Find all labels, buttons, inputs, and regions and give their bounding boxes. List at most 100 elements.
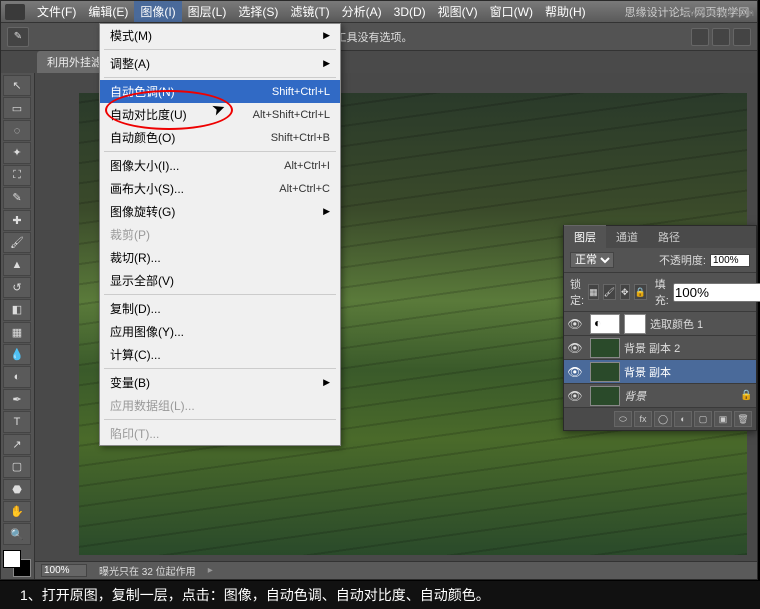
healing-tool[interactable]: ✚ xyxy=(3,210,31,231)
lock-label: 锁定: xyxy=(570,276,584,308)
stamp-tool[interactable]: ▲ xyxy=(3,254,31,275)
layer-thumb[interactable] xyxy=(590,362,620,382)
visibility-icon[interactable]: 👁 xyxy=(564,365,586,379)
layer-thumb[interactable] xyxy=(590,338,620,358)
eraser-tool[interactable]: ◧ xyxy=(3,299,31,320)
move-tool[interactable]: ↖ xyxy=(3,75,31,96)
menu-trim[interactable]: 裁切(R)... xyxy=(100,246,340,269)
lock-position-icon[interactable]: ✥ xyxy=(620,284,630,300)
menu-duplicate[interactable]: 复制(D)... xyxy=(100,297,340,320)
tab-paths[interactable]: 路径 xyxy=(648,226,690,248)
zoom-tool[interactable]: 🔍 xyxy=(3,523,31,544)
arrange-icon[interactable] xyxy=(733,28,751,46)
fill-label: 填充: xyxy=(655,276,669,308)
tab-layers[interactable]: 图层 xyxy=(564,225,606,248)
lasso-tool[interactable]: ◌ xyxy=(3,120,31,141)
layer-thumb[interactable] xyxy=(590,386,620,406)
status-info: 曝光只在 32 位起作用 xyxy=(99,563,196,578)
layer-row[interactable]: 👁 背景 副本 2 xyxy=(564,336,756,360)
menu-image-size[interactable]: 图像大小(I)...Alt+Ctrl+I xyxy=(100,154,340,177)
menu-auto-color[interactable]: 自动颜色(O)Shift+Ctrl+B xyxy=(100,126,340,149)
color-swatches[interactable] xyxy=(3,550,31,577)
brush-tool[interactable]: 🖌 xyxy=(3,232,31,253)
adjustment-icon[interactable]: ◐ xyxy=(674,411,692,427)
menu-file[interactable]: 文件(F) xyxy=(31,1,82,22)
opacity-input[interactable] xyxy=(710,254,750,267)
tab-channels[interactable]: 通道 xyxy=(606,226,648,248)
menu-select[interactable]: 选择(S) xyxy=(232,1,284,22)
menu-variables[interactable]: 变量(B)▶ xyxy=(100,371,340,394)
layer-mask[interactable] xyxy=(624,314,646,334)
history-brush-tool[interactable]: ↺ xyxy=(3,277,31,298)
layer-thumb[interactable] xyxy=(590,314,620,334)
dodge-tool[interactable]: ◐ xyxy=(3,366,31,387)
layers-list: 👁 选取颜色 1 👁 背景 副本 2 👁 背景 副本 👁 背景 🔒 xyxy=(564,312,756,408)
status-bar: 曝光只在 32 位起作用 ▸ xyxy=(35,561,757,579)
zoom-input[interactable] xyxy=(41,564,87,577)
group-icon[interactable]: ▢ xyxy=(694,411,712,427)
opacity-label: 不透明度: xyxy=(659,252,706,268)
menu-calculations[interactable]: 计算(C)... xyxy=(100,343,340,366)
menu-apply-image[interactable]: 应用图像(Y)... xyxy=(100,320,340,343)
app-logo xyxy=(5,4,25,20)
menu-edit[interactable]: 编辑(E) xyxy=(82,1,134,22)
blur-tool[interactable]: 💧 xyxy=(3,344,31,365)
eyedropper-tool[interactable]: ✎ xyxy=(3,187,31,208)
menu-auto-tone[interactable]: 自动色调(N)Shift+Ctrl+L xyxy=(100,80,340,103)
fx-icon[interactable]: fx xyxy=(634,411,652,427)
fill-input[interactable] xyxy=(673,283,760,302)
foreground-color[interactable] xyxy=(3,550,21,568)
menu-analysis[interactable]: 分析(A) xyxy=(336,1,388,22)
menu-3d[interactable]: 3D(D) xyxy=(388,3,432,21)
layer-row[interactable]: 👁 选取颜色 1 xyxy=(564,312,756,336)
delete-layer-icon[interactable]: 🗑 xyxy=(734,411,752,427)
menu-trap: 陷印(T)... xyxy=(100,422,340,445)
lock-pixels-icon[interactable]: 🖌 xyxy=(603,284,616,300)
link-layers-icon[interactable]: ⬭ xyxy=(614,411,632,427)
menu-canvas-size[interactable]: 画布大小(S)...Alt+Ctrl+C xyxy=(100,177,340,200)
menu-window[interactable]: 窗口(W) xyxy=(484,1,539,22)
visibility-icon[interactable]: 👁 xyxy=(564,389,586,403)
layer-name[interactable]: 背景 副本 xyxy=(624,364,756,380)
layer-name[interactable]: 背景 xyxy=(624,388,740,404)
layer-name[interactable]: 背景 副本 2 xyxy=(624,340,756,356)
visibility-icon[interactable]: 👁 xyxy=(564,317,586,331)
blend-mode-select[interactable]: 正常 xyxy=(570,252,614,268)
3d-tool[interactable]: ⬣ xyxy=(3,479,31,500)
hand-tool[interactable]: ✋ xyxy=(3,501,31,522)
mask-icon[interactable]: ◯ xyxy=(654,411,672,427)
gradient-tool[interactable]: ▦ xyxy=(3,322,31,343)
menu-auto-contrast[interactable]: 自动对比度(U)Alt+Shift+Ctrl+L xyxy=(100,103,340,126)
workspace-icon[interactable] xyxy=(691,28,709,46)
tutorial-caption: 1、打开原图，复制一层，点击：图像，自动色调、自动对比度、自动颜色。 xyxy=(0,581,760,609)
marquee-tool[interactable]: ▭ xyxy=(3,97,31,118)
layer-row[interactable]: 👁 背景 🔒 xyxy=(564,384,756,408)
screen-mode-icon[interactable] xyxy=(712,28,730,46)
tool-preset-icon[interactable]: ✎ xyxy=(7,27,29,47)
layer-name[interactable]: 选取颜色 1 xyxy=(650,316,756,332)
type-tool[interactable]: T xyxy=(3,411,31,432)
menu-image-rotation[interactable]: 图像旋转(G)▶ xyxy=(100,200,340,223)
lock-all-icon[interactable]: 🔒 xyxy=(634,284,647,300)
menu-reveal-all[interactable]: 显示全部(V) xyxy=(100,269,340,292)
menu-view[interactable]: 视图(V) xyxy=(432,1,484,22)
crop-tool[interactable]: ⛶ xyxy=(3,165,31,186)
new-layer-icon[interactable]: ▣ xyxy=(714,411,732,427)
menu-mode[interactable]: 模式(M)▶ xyxy=(100,24,340,47)
path-tool[interactable]: ↗ xyxy=(3,434,31,455)
panel-footer: ⬭ fx ◯ ◐ ▢ ▣ 🗑 xyxy=(564,408,756,430)
lock-icon: 🔒 xyxy=(740,390,756,401)
menu-image[interactable]: 图像(I) xyxy=(134,1,181,22)
pen-tool[interactable]: ✒ xyxy=(3,389,31,410)
shape-tool[interactable]: ▢ xyxy=(3,456,31,477)
wand-tool[interactable]: ✦ xyxy=(3,142,31,163)
menu-filter[interactable]: 滤镜(T) xyxy=(284,1,335,22)
visibility-icon[interactable]: 👁 xyxy=(564,341,586,355)
menu-help[interactable]: 帮助(H) xyxy=(539,1,592,22)
layer-row[interactable]: 👁 背景 副本 xyxy=(564,360,756,384)
lock-transparency-icon[interactable]: ▦ xyxy=(588,284,599,300)
menu-layer[interactable]: 图层(L) xyxy=(182,1,233,22)
menubar: 文件(F) 编辑(E) 图像(I) 图层(L) 选择(S) 滤镜(T) 分析(A… xyxy=(1,1,757,23)
menu-adjustments[interactable]: 调整(A)▶ xyxy=(100,52,340,75)
watermark-url: www.webjx.com xyxy=(683,8,754,19)
